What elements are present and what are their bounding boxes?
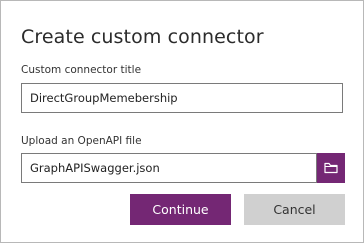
openapi-upload-label: Upload an OpenAPI file bbox=[21, 135, 142, 147]
dialog-title: Create custom connector bbox=[21, 26, 264, 48]
folder-icon bbox=[324, 162, 338, 174]
browse-file-button[interactable] bbox=[317, 153, 345, 183]
openapi-file-input[interactable] bbox=[21, 153, 317, 183]
cancel-button[interactable]: Cancel bbox=[244, 194, 345, 225]
continue-button[interactable]: Continue bbox=[130, 194, 231, 225]
create-connector-dialog: Create custom connector Custom connector… bbox=[0, 0, 364, 243]
openapi-file-row bbox=[21, 153, 346, 183]
connector-title-label: Custom connector title bbox=[21, 64, 142, 76]
connector-title-input[interactable] bbox=[21, 83, 343, 113]
